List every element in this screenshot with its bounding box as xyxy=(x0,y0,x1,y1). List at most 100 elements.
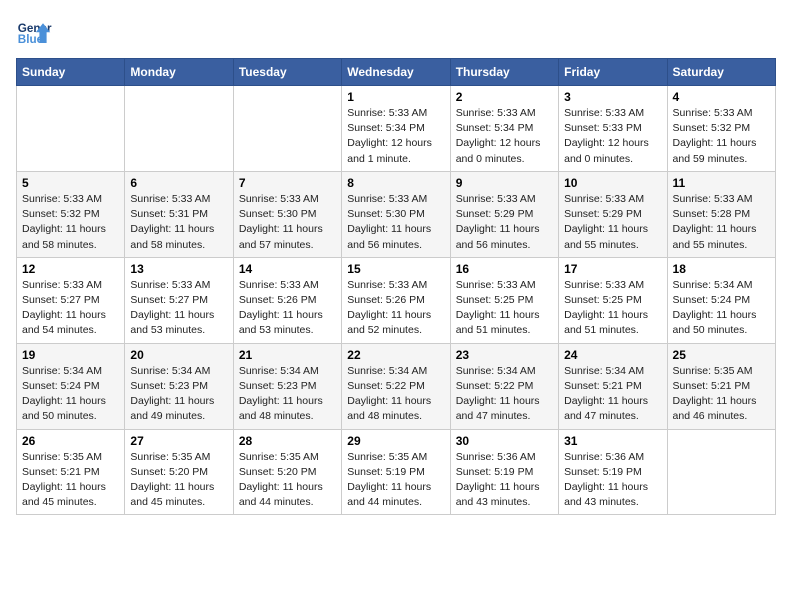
day-number: 9 xyxy=(456,176,553,190)
calendar-cell: 26 Sunrise: 5:35 AM Sunset: 5:21 PM Dayli… xyxy=(17,429,125,515)
weekday-header: Sunday xyxy=(17,59,125,86)
day-info: Sunrise: 5:35 AM Sunset: 5:21 PM Dayligh… xyxy=(22,450,119,511)
calendar-cell: 14 Sunrise: 5:33 AM Sunset: 5:26 PM Dayli… xyxy=(233,257,341,343)
day-number: 7 xyxy=(239,176,336,190)
day-info: Sunrise: 5:36 AM Sunset: 5:19 PM Dayligh… xyxy=(564,450,661,511)
calendar-week-row: 19Sunrise: 5:34 AM Sunset: 5:24 PM Dayli… xyxy=(17,343,776,429)
day-number: 30 xyxy=(456,434,553,448)
calendar-header-row: SundayMondayTuesdayWednesdayThursdayFrid… xyxy=(17,59,776,86)
calendar-cell xyxy=(17,86,125,172)
day-number: 5 xyxy=(22,176,119,190)
calendar-cell: 17 Sunrise: 5:33 AM Sunset: 5:25 PM Dayli… xyxy=(559,257,667,343)
day-number: 25 xyxy=(673,348,770,362)
calendar-cell: 13 Sunrise: 5:33 AM Sunset: 5:27 PM Dayli… xyxy=(125,257,233,343)
day-info: Sunrise: 5:35 AM Sunset: 5:20 PM Dayligh… xyxy=(239,450,336,511)
calendar-table: SundayMondayTuesdayWednesdayThursdayFrid… xyxy=(16,58,776,515)
calendar-cell: 21Sunrise: 5:34 AM Sunset: 5:23 PM Dayli… xyxy=(233,343,341,429)
day-info: Sunrise: 5:36 AM Sunset: 5:19 PM Dayligh… xyxy=(456,450,553,511)
day-number: 24 xyxy=(564,348,661,362)
day-number: 14 xyxy=(239,262,336,276)
day-number: 8 xyxy=(347,176,444,190)
day-info: Sunrise: 5:34 AM Sunset: 5:24 PM Dayligh… xyxy=(673,278,770,339)
calendar-cell: 16Sunrise: 5:33 AM Sunset: 5:25 PM Dayli… xyxy=(450,257,558,343)
calendar-cell: 18 Sunrise: 5:34 AM Sunset: 5:24 PM Dayli… xyxy=(667,257,775,343)
day-info: Sunrise: 5:34 AM Sunset: 5:24 PM Dayligh… xyxy=(22,364,119,425)
weekday-header: Thursday xyxy=(450,59,558,86)
day-number: 2 xyxy=(456,90,553,104)
calendar-cell: 4 Sunrise: 5:33 AM Sunset: 5:32 PM Daylig… xyxy=(667,86,775,172)
day-number: 27 xyxy=(130,434,227,448)
day-info: Sunrise: 5:34 AM Sunset: 5:23 PM Dayligh… xyxy=(130,364,227,425)
calendar-cell: 3 Sunrise: 5:33 AM Sunset: 5:33 PM Daylig… xyxy=(559,86,667,172)
weekday-header: Tuesday xyxy=(233,59,341,86)
day-number: 29 xyxy=(347,434,444,448)
calendar-week-row: 1 Sunrise: 5:33 AM Sunset: 5:34 PM Daylig… xyxy=(17,86,776,172)
calendar-cell: 8 Sunrise: 5:33 AM Sunset: 5:30 PM Daylig… xyxy=(342,171,450,257)
calendar-week-row: 12Sunrise: 5:33 AM Sunset: 5:27 PM Dayli… xyxy=(17,257,776,343)
day-number: 22 xyxy=(347,348,444,362)
day-info: Sunrise: 5:33 AM Sunset: 5:29 PM Dayligh… xyxy=(456,192,553,253)
day-number: 16 xyxy=(456,262,553,276)
day-info: Sunrise: 5:33 AM Sunset: 5:29 PM Dayligh… xyxy=(564,192,661,253)
day-info: Sunrise: 5:33 AM Sunset: 5:32 PM Dayligh… xyxy=(22,192,119,253)
day-number: 4 xyxy=(673,90,770,104)
calendar-body: 1 Sunrise: 5:33 AM Sunset: 5:34 PM Daylig… xyxy=(17,86,776,515)
day-info: Sunrise: 5:33 AM Sunset: 5:33 PM Dayligh… xyxy=(564,106,661,167)
day-number: 18 xyxy=(673,262,770,276)
day-info: Sunrise: 5:33 AM Sunset: 5:27 PM Dayligh… xyxy=(130,278,227,339)
day-info: Sunrise: 5:33 AM Sunset: 5:34 PM Dayligh… xyxy=(347,106,444,167)
calendar-cell: 10Sunrise: 5:33 AM Sunset: 5:29 PM Dayli… xyxy=(559,171,667,257)
calendar-cell: 20 Sunrise: 5:34 AM Sunset: 5:23 PM Dayli… xyxy=(125,343,233,429)
day-info: Sunrise: 5:34 AM Sunset: 5:22 PM Dayligh… xyxy=(347,364,444,425)
calendar-cell: 7Sunrise: 5:33 AM Sunset: 5:30 PM Daylig… xyxy=(233,171,341,257)
day-info: Sunrise: 5:34 AM Sunset: 5:21 PM Dayligh… xyxy=(564,364,661,425)
day-number: 6 xyxy=(130,176,227,190)
calendar-cell: 5 Sunrise: 5:33 AM Sunset: 5:32 PM Daylig… xyxy=(17,171,125,257)
calendar-cell: 1 Sunrise: 5:33 AM Sunset: 5:34 PM Daylig… xyxy=(342,86,450,172)
calendar-cell: 19Sunrise: 5:34 AM Sunset: 5:24 PM Dayli… xyxy=(17,343,125,429)
calendar-cell: 28Sunrise: 5:35 AM Sunset: 5:20 PM Dayli… xyxy=(233,429,341,515)
calendar-cell: 23Sunrise: 5:34 AM Sunset: 5:22 PM Dayli… xyxy=(450,343,558,429)
calendar-cell: 9 Sunrise: 5:33 AM Sunset: 5:29 PM Daylig… xyxy=(450,171,558,257)
calendar-cell: 15Sunrise: 5:33 AM Sunset: 5:26 PM Dayli… xyxy=(342,257,450,343)
calendar-cell xyxy=(125,86,233,172)
calendar-cell: 24 Sunrise: 5:34 AM Sunset: 5:21 PM Dayli… xyxy=(559,343,667,429)
weekday-header: Saturday xyxy=(667,59,775,86)
day-info: Sunrise: 5:34 AM Sunset: 5:22 PM Dayligh… xyxy=(456,364,553,425)
calendar-cell: 22 Sunrise: 5:34 AM Sunset: 5:22 PM Dayli… xyxy=(342,343,450,429)
day-info: Sunrise: 5:33 AM Sunset: 5:34 PM Dayligh… xyxy=(456,106,553,167)
logo: General Blue xyxy=(16,16,52,52)
day-number: 26 xyxy=(22,434,119,448)
calendar-cell: 6 Sunrise: 5:33 AM Sunset: 5:31 PM Daylig… xyxy=(125,171,233,257)
day-number: 31 xyxy=(564,434,661,448)
weekday-header: Monday xyxy=(125,59,233,86)
day-info: Sunrise: 5:33 AM Sunset: 5:28 PM Dayligh… xyxy=(673,192,770,253)
day-number: 11 xyxy=(673,176,770,190)
day-info: Sunrise: 5:35 AM Sunset: 5:21 PM Dayligh… xyxy=(673,364,770,425)
calendar-cell xyxy=(233,86,341,172)
day-info: Sunrise: 5:33 AM Sunset: 5:25 PM Dayligh… xyxy=(564,278,661,339)
day-number: 3 xyxy=(564,90,661,104)
calendar-cell: 25 Sunrise: 5:35 AM Sunset: 5:21 PM Dayli… xyxy=(667,343,775,429)
calendar-cell: 11 Sunrise: 5:33 AM Sunset: 5:28 PM Dayli… xyxy=(667,171,775,257)
day-info: Sunrise: 5:33 AM Sunset: 5:32 PM Dayligh… xyxy=(673,106,770,167)
day-info: Sunrise: 5:33 AM Sunset: 5:31 PM Dayligh… xyxy=(130,192,227,253)
day-number: 15 xyxy=(347,262,444,276)
calendar-week-row: 26 Sunrise: 5:35 AM Sunset: 5:21 PM Dayli… xyxy=(17,429,776,515)
calendar-cell: 31 Sunrise: 5:36 AM Sunset: 5:19 PM Dayli… xyxy=(559,429,667,515)
day-number: 13 xyxy=(130,262,227,276)
day-number: 20 xyxy=(130,348,227,362)
calendar-cell xyxy=(667,429,775,515)
calendar-cell: 27 Sunrise: 5:35 AM Sunset: 5:20 PM Dayli… xyxy=(125,429,233,515)
page-header: General Blue xyxy=(16,16,776,52)
calendar-cell: 2 Sunrise: 5:33 AM Sunset: 5:34 PM Daylig… xyxy=(450,86,558,172)
day-number: 21 xyxy=(239,348,336,362)
calendar-cell: 12Sunrise: 5:33 AM Sunset: 5:27 PM Dayli… xyxy=(17,257,125,343)
logo-icon: General Blue xyxy=(16,16,52,52)
day-info: Sunrise: 5:33 AM Sunset: 5:30 PM Dayligh… xyxy=(347,192,444,253)
day-info: Sunrise: 5:33 AM Sunset: 5:26 PM Dayligh… xyxy=(239,278,336,339)
day-info: Sunrise: 5:35 AM Sunset: 5:20 PM Dayligh… xyxy=(130,450,227,511)
weekday-header: Friday xyxy=(559,59,667,86)
day-number: 1 xyxy=(347,90,444,104)
day-number: 17 xyxy=(564,262,661,276)
